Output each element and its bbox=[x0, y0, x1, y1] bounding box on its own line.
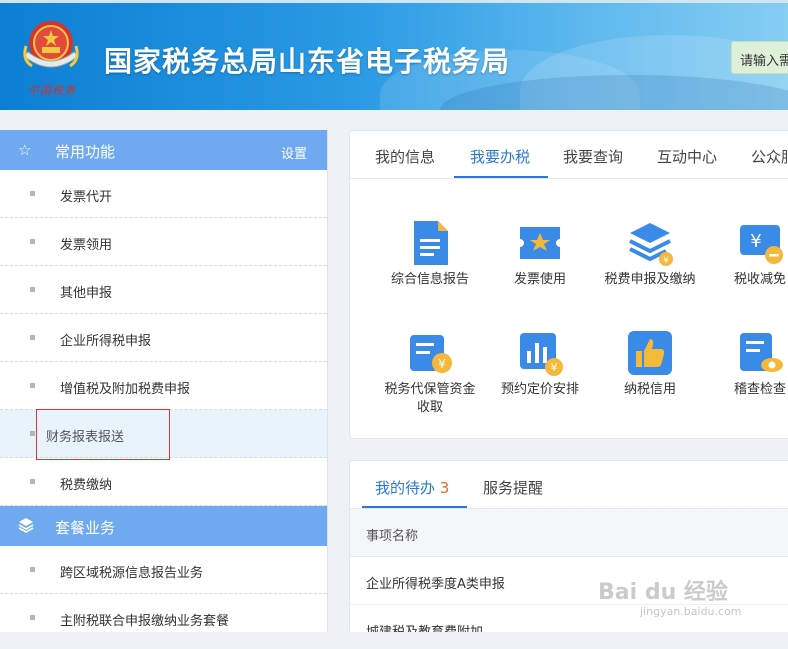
site-title: 国家税务总局山东省电子税务局 bbox=[104, 45, 511, 78]
bottom-scroll-area bbox=[0, 632, 788, 649]
service-tax-reduction[interactable]: ¥ 税收减免 bbox=[710, 219, 788, 289]
sidebar-item-invoice-issue[interactable]: 发票代开 bbox=[0, 170, 327, 218]
page: 中国税务 国家税务总局山东省电子税务局 请输入需 ☆ 常用功能 设置 发票代开 … bbox=[0, 0, 788, 649]
sidebar-group-title: 常用功能 bbox=[55, 143, 116, 161]
inspection-eye-icon bbox=[736, 329, 784, 377]
pricing-chart-icon: ¥ bbox=[516, 329, 564, 377]
active-tab-indicator bbox=[362, 506, 467, 508]
star-icon: ☆ bbox=[18, 141, 32, 159]
bullet-icon bbox=[30, 615, 35, 620]
sidebar-item-label: 发票代开 bbox=[60, 190, 113, 205]
custody-funds-icon: ¥ bbox=[406, 329, 454, 377]
sidebar-group-title: 套餐业务 bbox=[55, 519, 116, 537]
bullet-icon bbox=[30, 287, 35, 292]
todo-item-name: 企业所得税季度A类申报 bbox=[366, 577, 505, 592]
service-panel: 我的信息 我要办税 我要查询 互动中心 公众服 综合信息报告 发票使用 ¥ 税费… bbox=[349, 130, 788, 439]
bullet-icon bbox=[30, 191, 35, 196]
site-header: 中国税务 国家税务总局山东省电子税务局 请输入需 bbox=[0, 0, 788, 110]
tab-service-reminder[interactable]: 服务提醒 bbox=[483, 477, 543, 498]
bullet-icon bbox=[30, 431, 35, 436]
sidebar: ☆ 常用功能 设置 发票代开 发票领用 其他申报 企业所得税申报 增值税及附加税… bbox=[0, 130, 328, 649]
sidebar-item-label: 企业所得税申报 bbox=[60, 334, 152, 349]
sidebar-item-cross-region[interactable]: 跨区域税源信息报告业务 bbox=[0, 546, 327, 594]
service-label: 预约定价安排 bbox=[500, 382, 579, 397]
todo-table-header: 事项名称 bbox=[350, 509, 788, 557]
sidebar-item-other-declaration[interactable]: 其他申报 bbox=[0, 266, 327, 314]
sidebar-group-packages[interactable]: 套餐业务 bbox=[0, 506, 327, 546]
watermark-url: jingyan.baidu.com bbox=[640, 605, 742, 618]
sidebar-group-common[interactable]: ☆ 常用功能 设置 bbox=[0, 130, 327, 170]
svg-text:¥: ¥ bbox=[551, 361, 558, 374]
service-label: 综合信息报告 bbox=[390, 272, 469, 287]
tab-tax-handling[interactable]: 我要办税 bbox=[470, 146, 530, 167]
bullet-icon bbox=[30, 383, 35, 388]
service-label: 税费申报及缴纳 bbox=[604, 272, 696, 287]
todo-panel: 我的待办 3 服务提醒 事项名称 企业所得税季度A类申报 城建税及教育费附加 bbox=[349, 460, 788, 649]
bullet-icon bbox=[30, 335, 35, 340]
bullet-icon bbox=[30, 239, 35, 244]
tab-my-todo[interactable]: 我的待办 3 bbox=[375, 477, 449, 498]
sidebar-item-invoice-receive[interactable]: 发票领用 bbox=[0, 218, 327, 266]
bullet-icon bbox=[30, 479, 35, 484]
document-icon bbox=[406, 219, 454, 267]
column-header-item-name: 事项名称 bbox=[366, 529, 419, 544]
service-comprehensive-report[interactable]: 综合信息报告 bbox=[380, 219, 480, 289]
sidebar-item-label: 税费缴纳 bbox=[60, 478, 113, 493]
service-label: 税务代保管资金收取 bbox=[384, 382, 476, 415]
tab-interaction[interactable]: 互动中心 bbox=[657, 146, 717, 167]
settings-link[interactable]: 设置 bbox=[281, 143, 307, 162]
service-label: 纳税信用 bbox=[623, 382, 676, 397]
service-tax-declaration-payment[interactable]: ¥ 税费申报及缴纳 bbox=[600, 219, 700, 289]
sidebar-item-tax-payment[interactable]: 税费缴纳 bbox=[0, 458, 327, 506]
svg-text:¥: ¥ bbox=[663, 256, 669, 266]
tab-my-info[interactable]: 我的信息 bbox=[375, 146, 435, 167]
tab-public-service[interactable]: 公众服 bbox=[751, 146, 788, 167]
svg-text:¥: ¥ bbox=[750, 231, 761, 252]
search-input[interactable]: 请输入需 bbox=[731, 41, 788, 74]
sidebar-item-label: 主附税联合申报缴纳业务套餐 bbox=[60, 614, 230, 629]
sidebar-item-vat-declaration[interactable]: 增值税及附加税费申报 bbox=[0, 362, 327, 410]
service-advance-pricing[interactable]: ¥ 预约定价安排 bbox=[490, 329, 590, 399]
service-label: 稽查检查 bbox=[733, 382, 786, 397]
service-custody-funds[interactable]: ¥ 税务代保管资金收取 bbox=[380, 329, 480, 417]
svg-text:¥: ¥ bbox=[438, 357, 446, 371]
service-tax-credit[interactable]: 纳税信用 bbox=[600, 329, 700, 399]
service-label: 税收减免 bbox=[733, 272, 786, 287]
todo-tab-label: 我的待办 bbox=[375, 479, 436, 497]
active-tab-indicator bbox=[454, 176, 548, 178]
watermark-logo: Bai du 经验 bbox=[598, 580, 728, 605]
national-emblem-icon bbox=[23, 21, 79, 68]
sidebar-item-corporate-income-tax[interactable]: 企业所得税申报 bbox=[0, 314, 327, 362]
tax-reduction-icon: ¥ bbox=[736, 219, 784, 267]
thumbs-up-icon bbox=[626, 329, 674, 377]
service-inspection[interactable]: 稽查检查 bbox=[710, 329, 788, 399]
stack-yuan-icon: ¥ bbox=[626, 219, 674, 267]
tab-query[interactable]: 我要查询 bbox=[563, 146, 623, 167]
bullet-icon bbox=[30, 567, 35, 572]
todo-tabs: 我的待办 3 服务提醒 bbox=[350, 461, 788, 509]
todo-count-badge: 3 bbox=[439, 479, 450, 497]
service-label: 发票使用 bbox=[513, 272, 566, 287]
sidebar-item-label: 增值税及附加税费申报 bbox=[60, 382, 191, 397]
layers-icon bbox=[18, 517, 34, 537]
sidebar-item-label: 跨区域税源信息报告业务 bbox=[60, 566, 204, 581]
main-tabs: 我的信息 我要办税 我要查询 互动中心 公众服 bbox=[350, 131, 788, 179]
invoice-ticket-icon bbox=[516, 219, 564, 267]
highlight-annotation bbox=[36, 409, 170, 460]
sidebar-item-label: 发票领用 bbox=[60, 238, 113, 253]
sidebar-item-label: 其他申报 bbox=[60, 286, 113, 301]
emblem-caption: 中国税务 bbox=[28, 84, 76, 97]
service-invoice-use[interactable]: 发票使用 bbox=[490, 219, 590, 289]
